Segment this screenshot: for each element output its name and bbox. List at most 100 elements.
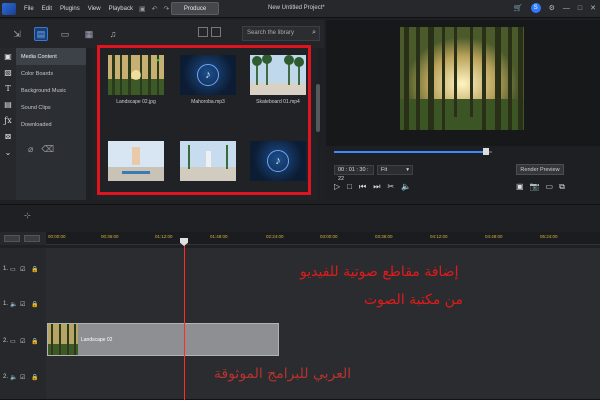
transition-room-icon[interactable]: ⊠ xyxy=(5,132,12,141)
next-frame-icon[interactable]: ⏭ xyxy=(373,182,380,192)
preview-frame xyxy=(400,27,524,130)
image-filter-icon[interactable]: ▦ xyxy=(82,27,96,41)
search-icon[interactable]: ⌕ xyxy=(312,29,316,37)
fit-timeline-icon[interactable]: ⊹ xyxy=(24,211,31,220)
menu-file[interactable]: File xyxy=(24,6,34,12)
preview-controls: 00 : 01 : 30 : 22 Fit ▾ Render Preview ▷… xyxy=(326,146,600,200)
overlay-watermark: العربي للبرامج الموثوقة xyxy=(214,366,352,382)
media-room-icon[interactable]: ▤ xyxy=(34,27,48,41)
pip-room-icon[interactable]: ▤ xyxy=(4,100,12,109)
audio-track-icon: 🔈 xyxy=(10,302,18,308)
view-mode-toggle[interactable] xyxy=(198,27,221,37)
play-icon[interactable]: ▷ xyxy=(334,182,340,192)
preview-mode-icon[interactable]: ▣ xyxy=(516,182,524,192)
timeline-clip[interactable]: Landscape 02 xyxy=(47,323,279,356)
track-enable-checkbox[interactable]: ☑ xyxy=(20,374,25,381)
display-icon[interactable]: ▭ xyxy=(546,182,554,192)
list-view-icon[interactable] xyxy=(211,27,221,37)
fit-value: Fit xyxy=(381,167,388,173)
track-number: 2. xyxy=(3,374,9,380)
chevron-down-icon: ▾ xyxy=(406,167,409,173)
playhead-line[interactable] xyxy=(184,238,185,400)
account-badge[interactable]: S xyxy=(530,3,541,13)
category-tools: ⌀ ⌫ xyxy=(28,144,54,155)
track-enable-checkbox[interactable]: ☑ xyxy=(20,266,25,273)
category-media-content[interactable]: Media Content xyxy=(16,48,86,65)
track-manager xyxy=(0,232,46,245)
more-rooms-icon[interactable]: ⌄ xyxy=(5,148,12,157)
ruler-tick: 03:36:00 xyxy=(375,234,393,239)
ruler-tick: 02:24:00 xyxy=(266,234,284,239)
volume-icon[interactable]: 🔈 xyxy=(401,182,411,192)
track-number: 2. xyxy=(3,338,9,344)
video-track-icon: ▭ xyxy=(10,267,16,273)
redo-icon[interactable]: ↷ xyxy=(163,5,169,13)
clip-thumbnail xyxy=(48,324,78,355)
category-color-boards[interactable]: Color Boards xyxy=(16,65,86,82)
lock-icon[interactable]: 🔒 xyxy=(31,266,38,273)
split-icon[interactable]: ✂ xyxy=(387,182,394,192)
minimize-icon[interactable]: — xyxy=(563,5,570,12)
snapshot-icon[interactable]: 📷 xyxy=(530,182,540,192)
track-number: 1. xyxy=(3,301,9,307)
audio-filter-icon[interactable]: ♫ xyxy=(106,27,120,41)
save-icon[interactable]: ▣ xyxy=(139,5,146,13)
library-toolbar: ⇲ ▤ ▭ ▦ ♫ Search the library ⌕ xyxy=(0,20,324,48)
timeline-toolbar: ⊹ xyxy=(0,204,600,228)
category-sound-clips[interactable]: Sound Clips xyxy=(16,99,86,116)
close-icon[interactable]: ✕ xyxy=(590,4,596,12)
produce-button[interactable]: Produce xyxy=(171,2,219,15)
undock-icon[interactable]: ⧉ xyxy=(559,182,565,192)
stop-icon[interactable]: □ xyxy=(347,182,352,192)
video-track-icon: ▭ xyxy=(10,339,16,345)
track-number: 1. xyxy=(3,266,9,272)
search-placeholder: Search the library xyxy=(247,30,295,36)
category-downloaded[interactable]: Downloaded xyxy=(16,116,86,133)
ruler-tick: 05:24:00 xyxy=(540,234,558,239)
clip-label: Landscape 02 xyxy=(81,337,113,343)
menu-plugins[interactable]: Plugins xyxy=(60,6,80,12)
track-manager-button[interactable] xyxy=(4,235,20,242)
lock-icon[interactable]: 🔒 xyxy=(31,301,38,308)
lock-icon[interactable]: 🔒 xyxy=(31,374,38,381)
render-preview-button[interactable]: Render Preview xyxy=(516,164,564,175)
title-room-icon[interactable]: T xyxy=(5,84,10,93)
ruler-tick: 01:48:00 xyxy=(210,234,228,239)
maximize-icon[interactable]: □ xyxy=(578,5,582,12)
grid-view-icon[interactable] xyxy=(198,27,208,37)
scrubber-handle[interactable] xyxy=(482,148,489,155)
library-categories: Media Content Color Boards Background Mu… xyxy=(16,48,86,200)
menu-edit[interactable]: Edit xyxy=(42,6,52,12)
timeline-ruler[interactable]: 00:00:00 00:36:00 01:12:00 01:48:00 02:2… xyxy=(46,232,600,245)
effect-room-icon[interactable]: ▧ xyxy=(4,68,12,77)
fx-room-icon[interactable]: ƒx xyxy=(4,116,11,125)
library-search-input[interactable]: Search the library ⌕ xyxy=(242,26,320,41)
library-scrollbar[interactable] xyxy=(316,84,320,132)
menu-playback[interactable]: Playback xyxy=(109,6,133,12)
preview-scrubber[interactable] xyxy=(334,148,492,155)
cart-icon[interactable]: 🛒 xyxy=(514,4,523,12)
category-background-music[interactable]: Background Music xyxy=(16,82,86,99)
track-enable-checkbox[interactable]: ☑ xyxy=(20,338,25,345)
zoom-fit-select[interactable]: Fit ▾ xyxy=(377,165,413,175)
chapter-button[interactable] xyxy=(24,235,40,242)
settings-icon[interactable]: ⚙ xyxy=(549,4,555,12)
undo-icon[interactable]: ↶ xyxy=(152,5,158,13)
overlay-caption-line1: إضافة مقاطع صوتية للفيديو xyxy=(300,264,459,280)
track-enable-checkbox[interactable]: ☑ xyxy=(20,301,25,308)
remove-tag-icon[interactable]: ⌫ xyxy=(41,144,54,155)
prev-frame-icon[interactable]: ⏮ xyxy=(359,182,366,192)
menu-view[interactable]: View xyxy=(88,6,101,12)
import-media-icon[interactable]: ⇲ xyxy=(10,27,24,41)
timecode-field[interactable]: 00 : 01 : 30 : 22 xyxy=(334,165,374,182)
video-filter-icon[interactable]: ▭ xyxy=(58,27,72,41)
ruler-tick: 04:12:00 xyxy=(430,234,448,239)
media-room-rail-icon[interactable]: ▣ xyxy=(4,52,12,61)
tag-icon[interactable]: ⌀ xyxy=(28,144,33,155)
ruler-tick: 00:00:00 xyxy=(48,234,66,239)
room-rail: ▣ ▧ T ▤ ƒx ⊠ ⌄ xyxy=(0,48,16,200)
project-title: New Untitled Project* xyxy=(268,5,325,11)
scrubber-progress xyxy=(334,151,486,153)
overlay-caption-line2: من مكتبة الصوت xyxy=(364,292,463,308)
lock-icon[interactable]: 🔒 xyxy=(31,338,38,345)
